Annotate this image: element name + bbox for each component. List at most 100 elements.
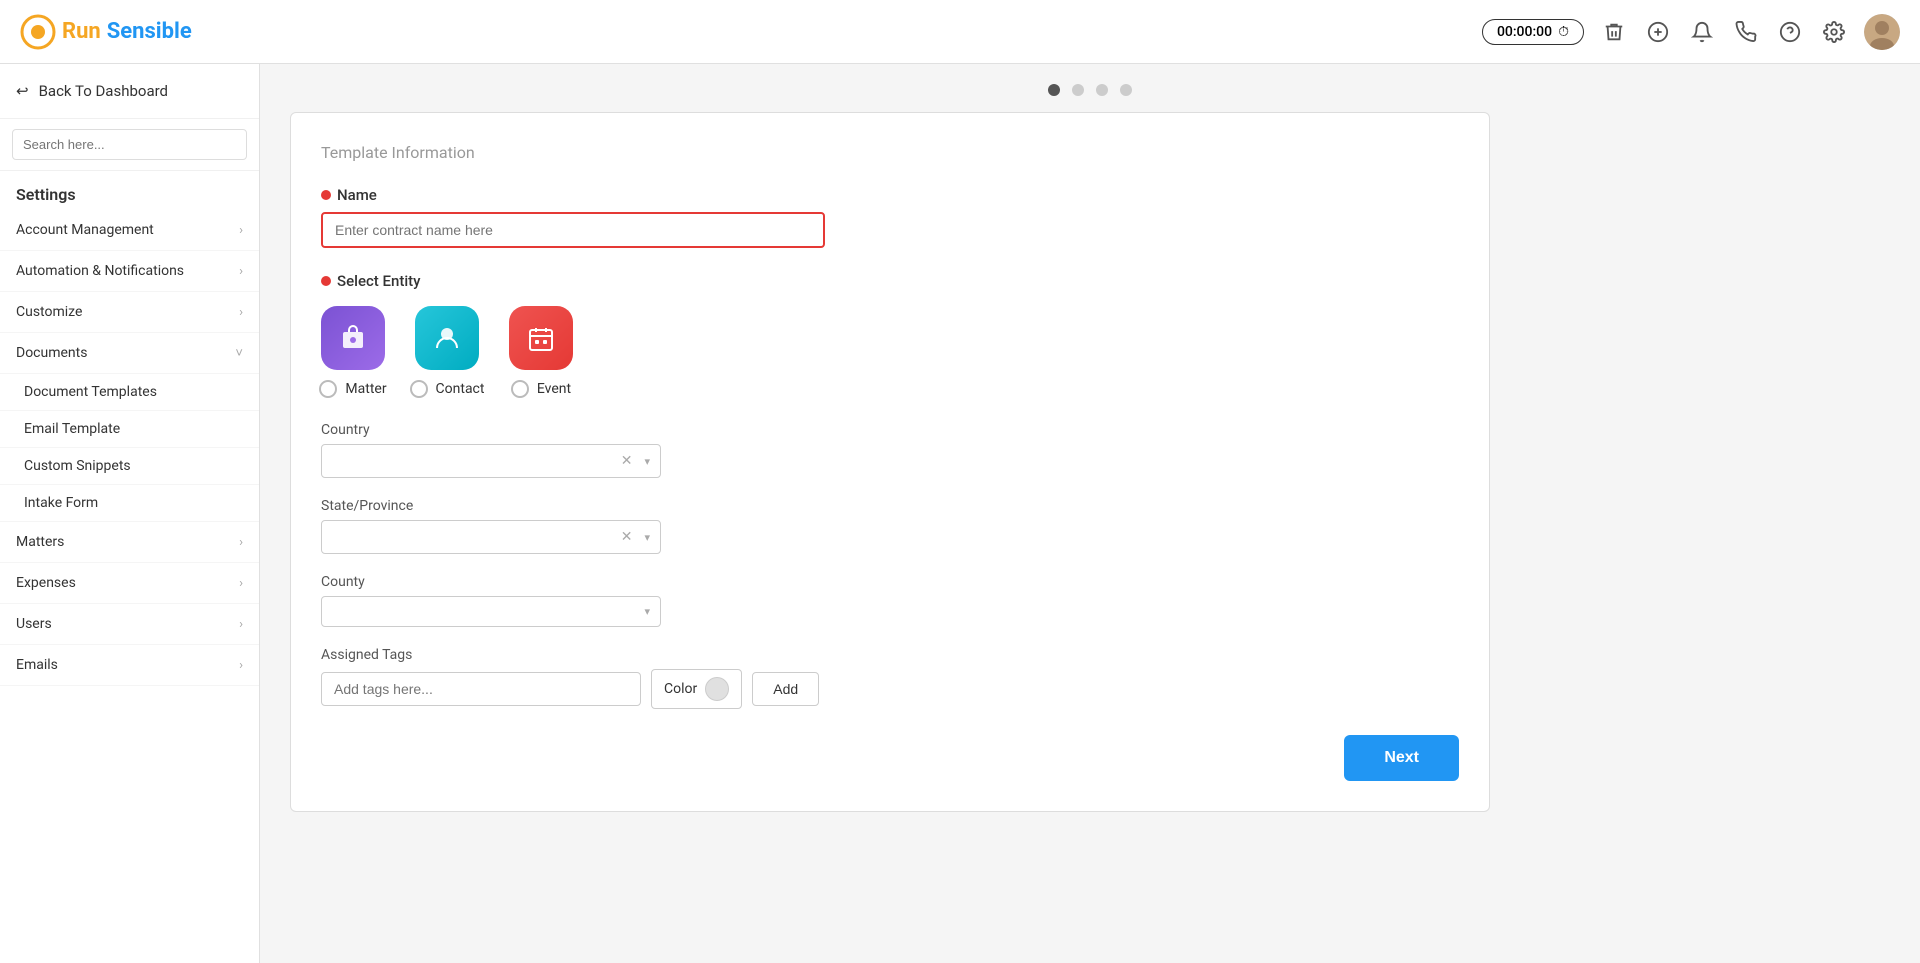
event-icon — [509, 306, 573, 370]
color-label: Color — [664, 681, 697, 697]
entity-event[interactable] — [509, 306, 573, 370]
entity-contact[interactable] — [415, 306, 479, 370]
state-clear-icon[interactable]: ✕ — [621, 529, 633, 545]
tags-section: Assigned Tags Color Add — [321, 647, 1459, 709]
back-arrow-icon: ↩ — [16, 82, 29, 100]
entity-radio-contact[interactable]: Contact — [415, 380, 479, 398]
intake-form-label: Intake Form — [24, 495, 98, 511]
entity-radio-event[interactable]: Event — [509, 380, 573, 398]
header: RunSensible 00:00:00 ⏱ — [0, 0, 1920, 64]
account-management-label: Account Management — [16, 222, 154, 238]
name-label-row: Name — [321, 186, 1459, 204]
matters-label: Matters — [16, 534, 64, 550]
state-field: State/Province ✕ ▾ — [321, 498, 1459, 554]
country-clear-icon[interactable]: ✕ — [621, 453, 633, 469]
tags-input[interactable] — [321, 672, 641, 706]
help-icon[interactable] — [1776, 18, 1804, 46]
document-templates-label: Document Templates — [24, 384, 157, 400]
add-icon[interactable] — [1644, 18, 1672, 46]
settings-title: Settings — [0, 171, 259, 210]
county-dropdown-controls: ▾ — [332, 605, 650, 618]
entity-radio-row: Matter Contact Event — [321, 380, 1459, 398]
entity-label-row: Select Entity — [321, 272, 1459, 290]
timer-box[interactable]: 00:00:00 ⏱ — [1482, 19, 1584, 45]
avatar[interactable] — [1864, 14, 1900, 50]
color-button[interactable]: Color — [651, 669, 742, 709]
contact-radio[interactable] — [410, 380, 428, 398]
chevron-right-icon: › — [239, 264, 243, 279]
chevron-right-icon: › — [239, 305, 243, 320]
sidebar-item-intake-form[interactable]: Intake Form — [0, 485, 259, 522]
sidebar-item-users[interactable]: Users › — [0, 604, 259, 645]
phone-icon[interactable] — [1732, 18, 1760, 46]
sidebar-item-email-template[interactable]: Email Template — [0, 411, 259, 448]
county-label: County — [321, 574, 1459, 590]
form-card: Template Information Name Select Entity — [290, 112, 1490, 812]
contact-icon — [415, 306, 479, 370]
step-dot-3 — [1096, 84, 1108, 96]
email-template-label: Email Template — [24, 421, 120, 437]
country-select[interactable]: ✕ ▾ — [321, 444, 661, 478]
users-label: Users — [16, 616, 52, 632]
state-dropdown-controls: ✕ ▾ — [332, 529, 650, 545]
sidebar-item-custom-snippets[interactable]: Custom Snippets — [0, 448, 259, 485]
sidebar-item-documents[interactable]: Documents ˅ — [0, 333, 259, 374]
name-label: Name — [337, 186, 377, 204]
documents-label: Documents — [16, 345, 87, 361]
sidebar-item-automation-notifications[interactable]: Automation & Notifications › — [0, 251, 259, 292]
tags-label: Assigned Tags — [321, 647, 1459, 663]
sidebar-item-document-templates[interactable]: Document Templates — [0, 374, 259, 411]
entity-field-group: Select Entity — [321, 272, 1459, 398]
trash-icon[interactable] — [1600, 18, 1628, 46]
custom-snippets-label: Custom Snippets — [24, 458, 131, 474]
sidebar-item-customize[interactable]: Customize › — [0, 292, 259, 333]
step-dot-4 — [1120, 84, 1132, 96]
settings-icon[interactable] — [1820, 18, 1848, 46]
name-input[interactable] — [323, 214, 823, 246]
sidebar: ↩ Back To Dashboard Settings Account Man… — [0, 64, 260, 963]
next-button[interactable]: Next — [1344, 735, 1459, 781]
logo-icon — [20, 14, 56, 50]
logo-sensible: Sensible — [107, 19, 192, 44]
sidebar-search-container — [0, 119, 259, 171]
state-chevron-icon[interactable]: ▾ — [644, 531, 650, 544]
automation-notifications-label: Automation & Notifications — [16, 263, 184, 279]
back-to-dashboard[interactable]: ↩ Back To Dashboard — [0, 64, 259, 119]
emails-label: Emails — [16, 657, 58, 673]
chevron-right-icon: › — [239, 617, 243, 632]
sidebar-item-matters[interactable]: Matters › — [0, 522, 259, 563]
steps-dots — [290, 84, 1890, 96]
expenses-label: Expenses — [16, 575, 76, 591]
country-dropdown-controls: ✕ ▾ — [332, 453, 650, 469]
county-field: County ▾ — [321, 574, 1459, 627]
county-select[interactable]: ▾ — [321, 596, 661, 627]
chevron-right-icon: › — [239, 658, 243, 673]
state-label: State/Province — [321, 498, 1459, 514]
customize-label: Customize — [16, 304, 82, 320]
sidebar-item-account-management[interactable]: Account Management › — [0, 210, 259, 251]
timer-icon: ⏱ — [1558, 24, 1569, 40]
main-content: Template Information Name Select Entity — [260, 64, 1920, 963]
sidebar-item-expenses[interactable]: Expenses › — [0, 563, 259, 604]
back-label: Back To Dashboard — [39, 82, 168, 100]
chevron-down-icon: ˅ — [235, 345, 243, 361]
entity-matter[interactable] — [321, 306, 385, 370]
matter-radio[interactable] — [319, 380, 337, 398]
step-dot-2 — [1072, 84, 1084, 96]
entity-required-dot — [321, 276, 331, 286]
event-radio[interactable] — [511, 380, 529, 398]
name-field-group: Name — [321, 186, 1459, 248]
country-chevron-icon[interactable]: ▾ — [644, 455, 650, 468]
entity-radio-matter[interactable]: Matter — [321, 380, 385, 398]
chevron-right-icon: › — [239, 223, 243, 238]
state-select[interactable]: ✕ ▾ — [321, 520, 661, 554]
name-required-dot — [321, 190, 331, 200]
chevron-right-icon: › — [239, 535, 243, 550]
header-right: 00:00:00 ⏱ — [1482, 14, 1900, 50]
search-input[interactable] — [12, 129, 247, 160]
bell-icon[interactable] — [1688, 18, 1716, 46]
add-button[interactable]: Add — [752, 672, 819, 706]
county-chevron-icon[interactable]: ▾ — [644, 605, 650, 618]
sidebar-item-emails[interactable]: Emails › — [0, 645, 259, 686]
chevron-right-icon: › — [239, 576, 243, 591]
